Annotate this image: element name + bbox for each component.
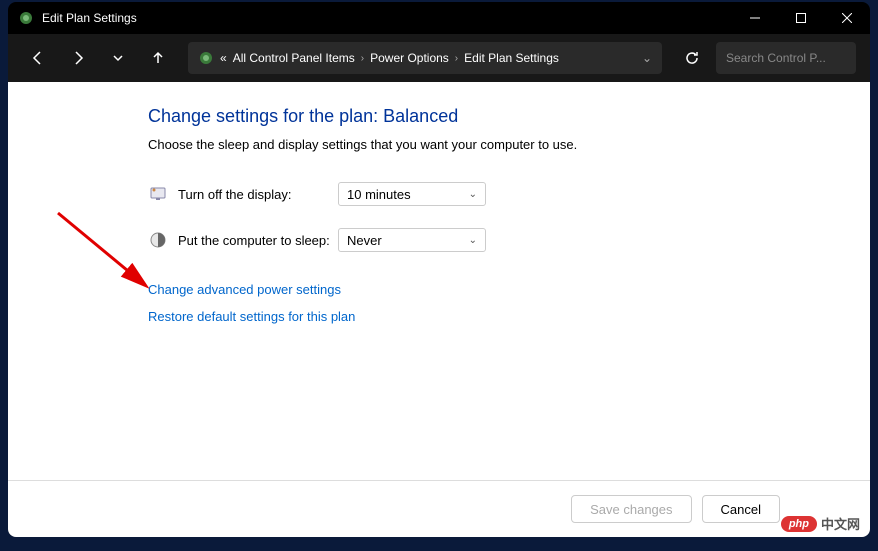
close-button[interactable] bbox=[824, 2, 870, 34]
chevron-right-icon: › bbox=[455, 53, 458, 64]
titlebar: Edit Plan Settings bbox=[8, 2, 870, 34]
advanced-settings-link[interactable]: Change advanced power settings bbox=[148, 282, 870, 297]
navbar: « All Control Panel Items › Power Option… bbox=[8, 34, 870, 82]
footer: Save changes Cancel bbox=[8, 480, 870, 537]
sleep-value: Never bbox=[347, 233, 469, 248]
breadcrumb-item-0[interactable]: All Control Panel Items bbox=[233, 51, 355, 65]
watermark-text: 中文网 bbox=[821, 514, 860, 533]
control-panel-icon bbox=[198, 50, 214, 66]
watermark-badge: php bbox=[781, 516, 817, 532]
breadcrumb[interactable]: « All Control Panel Items › Power Option… bbox=[188, 42, 662, 74]
chevron-down-icon: ⌄ bbox=[469, 189, 477, 200]
forward-button[interactable] bbox=[62, 42, 94, 74]
window-title: Edit Plan Settings bbox=[42, 11, 732, 25]
app-icon bbox=[18, 10, 34, 26]
sleep-icon bbox=[148, 230, 168, 250]
restore-defaults-link[interactable]: Restore default settings for this plan bbox=[148, 309, 870, 324]
window-controls bbox=[732, 2, 870, 34]
chevron-down-icon[interactable]: ⌄ bbox=[642, 51, 652, 65]
breadcrumb-item-1[interactable]: Power Options bbox=[370, 51, 449, 65]
breadcrumb-prefix: « bbox=[220, 51, 227, 65]
refresh-button[interactable] bbox=[676, 42, 708, 74]
chevron-down-icon: ⌄ bbox=[469, 235, 477, 246]
save-button[interactable]: Save changes bbox=[571, 495, 691, 523]
display-off-dropdown[interactable]: 10 minutes ⌄ bbox=[338, 182, 486, 206]
chevron-right-icon: › bbox=[361, 53, 364, 64]
display-icon bbox=[148, 184, 168, 204]
sleep-dropdown[interactable]: Never ⌄ bbox=[338, 228, 486, 252]
page-title: Change settings for the plan: Balanced bbox=[148, 106, 870, 127]
recent-button[interactable] bbox=[102, 42, 134, 74]
main-panel: Change settings for the plan: Balanced C… bbox=[8, 82, 870, 480]
up-button[interactable] bbox=[142, 42, 174, 74]
maximize-button[interactable] bbox=[778, 2, 824, 34]
breadcrumb-item-2[interactable]: Edit Plan Settings bbox=[464, 51, 559, 65]
display-off-value: 10 minutes bbox=[347, 187, 469, 202]
search-box[interactable] bbox=[716, 42, 856, 74]
setting-display-off: Turn off the display: 10 minutes ⌄ bbox=[148, 182, 870, 206]
setting-sleep: Put the computer to sleep: Never ⌄ bbox=[148, 228, 870, 252]
content: Change settings for the plan: Balanced C… bbox=[8, 82, 870, 537]
minimize-button[interactable] bbox=[732, 2, 778, 34]
links-section: Change advanced power settings Restore d… bbox=[148, 282, 870, 324]
back-button[interactable] bbox=[22, 42, 54, 74]
search-input[interactable] bbox=[726, 51, 870, 65]
window: Edit Plan Settings bbox=[8, 2, 870, 537]
cancel-button[interactable]: Cancel bbox=[702, 495, 780, 523]
page-description: Choose the sleep and display settings th… bbox=[148, 137, 870, 152]
display-off-label: Turn off the display: bbox=[178, 187, 338, 202]
watermark: php 中文网 bbox=[781, 514, 860, 533]
sleep-label: Put the computer to sleep: bbox=[178, 233, 338, 248]
